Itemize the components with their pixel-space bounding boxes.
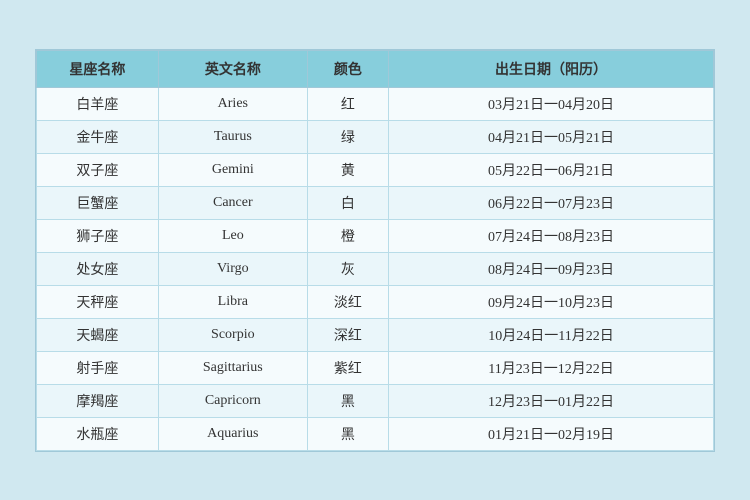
table-row: 水瓶座Aquarius黑01月21日一02月19日 (37, 417, 714, 450)
cell-date: 12月23日一01月22日 (389, 384, 714, 417)
cell-chinese: 水瓶座 (37, 417, 159, 450)
table-row: 摩羯座Capricorn黑12月23日一01月22日 (37, 384, 714, 417)
cell-date: 09月24日一10月23日 (389, 285, 714, 318)
cell-date: 03月21日一04月20日 (389, 87, 714, 120)
table-row: 天秤座Libra淡红09月24日一10月23日 (37, 285, 714, 318)
cell-english: Cancer (158, 186, 307, 219)
cell-chinese: 天蝎座 (37, 318, 159, 351)
header-english: 英文名称 (158, 50, 307, 87)
cell-chinese: 处女座 (37, 252, 159, 285)
cell-date: 08月24日一09月23日 (389, 252, 714, 285)
cell-color: 深红 (307, 318, 388, 351)
zodiac-table-container: 星座名称 英文名称 颜色 出生日期（阳历） 白羊座Aries红03月21日一04… (35, 49, 715, 452)
cell-color: 白 (307, 186, 388, 219)
cell-color: 黑 (307, 384, 388, 417)
cell-chinese: 天秤座 (37, 285, 159, 318)
cell-english: Leo (158, 219, 307, 252)
cell-date: 05月22日一06月21日 (389, 153, 714, 186)
cell-color: 淡红 (307, 285, 388, 318)
cell-chinese: 巨蟹座 (37, 186, 159, 219)
header-chinese: 星座名称 (37, 50, 159, 87)
cell-english: Aquarius (158, 417, 307, 450)
cell-date: 01月21日一02月19日 (389, 417, 714, 450)
cell-english: Virgo (158, 252, 307, 285)
cell-color: 红 (307, 87, 388, 120)
cell-date: 04月21日一05月21日 (389, 120, 714, 153)
cell-color: 灰 (307, 252, 388, 285)
cell-date: 07月24日一08月23日 (389, 219, 714, 252)
cell-chinese: 狮子座 (37, 219, 159, 252)
table-row: 天蝎座Scorpio深红10月24日一11月22日 (37, 318, 714, 351)
cell-english: Sagittarius (158, 351, 307, 384)
cell-chinese: 摩羯座 (37, 384, 159, 417)
cell-color: 黑 (307, 417, 388, 450)
table-header-row: 星座名称 英文名称 颜色 出生日期（阳历） (37, 50, 714, 87)
table-row: 双子座Gemini黄05月22日一06月21日 (37, 153, 714, 186)
cell-color: 橙 (307, 219, 388, 252)
table-row: 处女座Virgo灰08月24日一09月23日 (37, 252, 714, 285)
cell-date: 11月23日一12月22日 (389, 351, 714, 384)
cell-date: 10月24日一11月22日 (389, 318, 714, 351)
table-row: 射手座Sagittarius紫红11月23日一12月22日 (37, 351, 714, 384)
cell-chinese: 白羊座 (37, 87, 159, 120)
cell-color: 绿 (307, 120, 388, 153)
cell-date: 06月22日一07月23日 (389, 186, 714, 219)
table-row: 狮子座Leo橙07月24日一08月23日 (37, 219, 714, 252)
table-row: 金牛座Taurus绿04月21日一05月21日 (37, 120, 714, 153)
cell-chinese: 金牛座 (37, 120, 159, 153)
cell-chinese: 射手座 (37, 351, 159, 384)
cell-english: Taurus (158, 120, 307, 153)
cell-chinese: 双子座 (37, 153, 159, 186)
cell-english: Gemini (158, 153, 307, 186)
cell-color: 紫红 (307, 351, 388, 384)
header-color: 颜色 (307, 50, 388, 87)
cell-color: 黄 (307, 153, 388, 186)
header-date: 出生日期（阳历） (389, 50, 714, 87)
table-row: 巨蟹座Cancer白06月22日一07月23日 (37, 186, 714, 219)
cell-english: Libra (158, 285, 307, 318)
cell-english: Scorpio (158, 318, 307, 351)
cell-english: Capricorn (158, 384, 307, 417)
table-row: 白羊座Aries红03月21日一04月20日 (37, 87, 714, 120)
cell-english: Aries (158, 87, 307, 120)
zodiac-table: 星座名称 英文名称 颜色 出生日期（阳历） 白羊座Aries红03月21日一04… (36, 50, 714, 451)
